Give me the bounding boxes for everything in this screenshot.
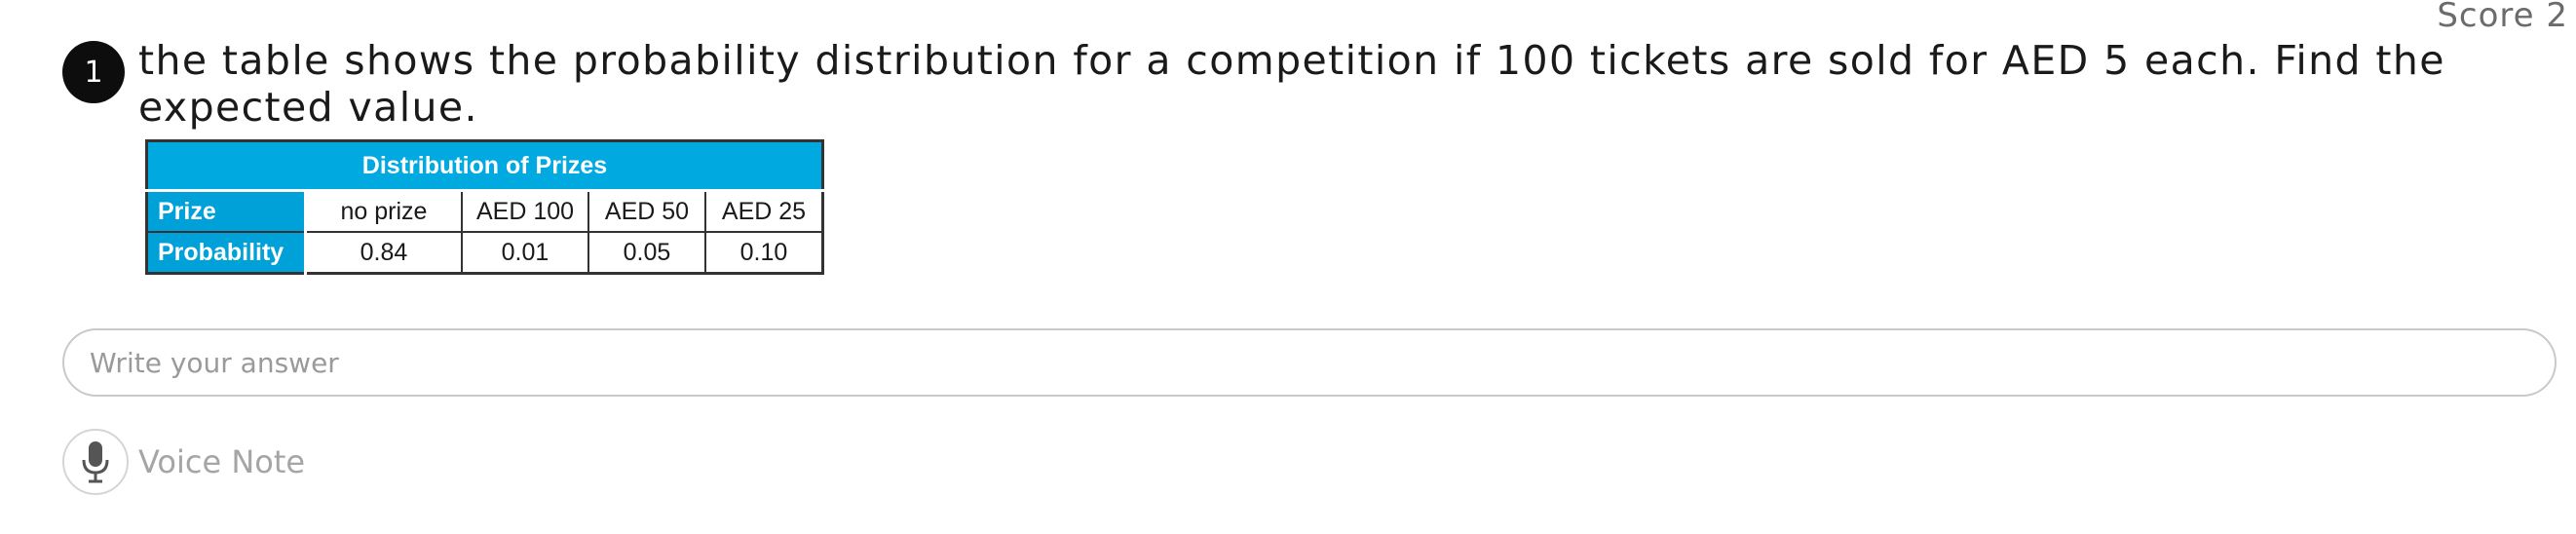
voice-note-button[interactable] (62, 429, 129, 495)
prize-distribution-table: Distribution of Prizes Prize no prize AE… (145, 139, 824, 275)
table-caption: Distribution of Prizes (145, 139, 824, 192)
score-label: Score 2 (2437, 0, 2568, 35)
answer-field-container[interactable] (62, 328, 2557, 397)
voice-note[interactable]: Voice Note (62, 429, 305, 495)
table-cell: 0.05 (587, 231, 706, 275)
table-caption-row: Distribution of Prizes (145, 139, 824, 192)
table-cell: 0.10 (704, 231, 824, 275)
microphone-icon (82, 441, 109, 483)
row-header-prize: Prize (145, 189, 307, 233)
table-cell: AED 50 (587, 189, 706, 233)
table-cell: 0.84 (304, 231, 463, 275)
table-row: Probability 0.84 0.01 0.05 0.10 (145, 231, 824, 275)
voice-note-label: Voice Note (138, 443, 306, 480)
table-cell: no prize (304, 189, 463, 233)
table-cell: AED 100 (461, 189, 589, 233)
table-cell: AED 25 (704, 189, 824, 233)
table-cell: 0.01 (461, 231, 589, 275)
question-number-badge: 1 (62, 41, 125, 103)
answer-input[interactable] (88, 345, 2555, 380)
row-header-probability: Probability (145, 231, 307, 275)
table-row: Prize no prize AED 100 AED 50 AED 25 (145, 189, 824, 233)
question-text: the table shows the probability distribu… (138, 37, 2445, 131)
